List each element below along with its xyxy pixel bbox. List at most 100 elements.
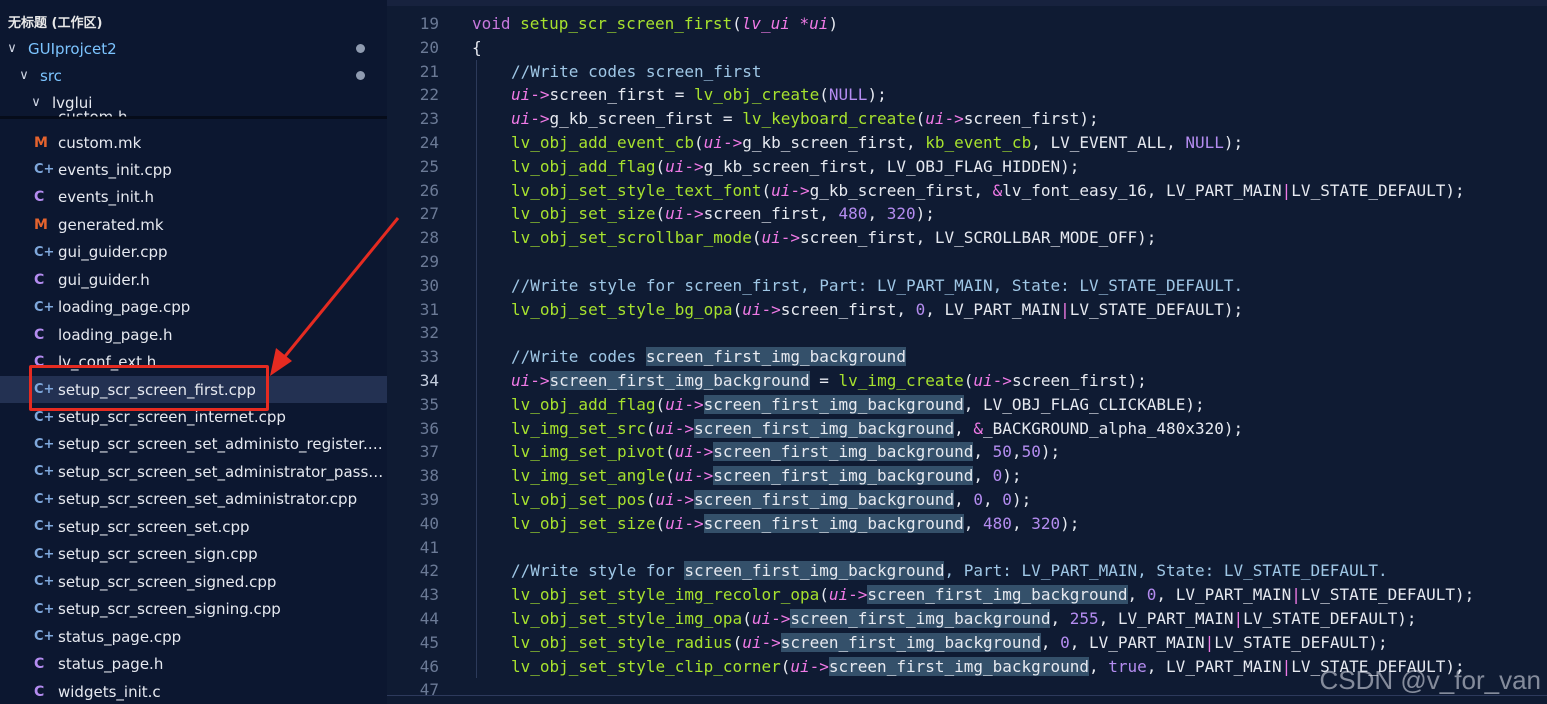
- code-token: (: [761, 180, 772, 200]
- code-line[interactable]: 23 ui->g_kb_screen_first = lv_keyboard_cr…: [387, 107, 1547, 131]
- file-row-status-page-h[interactable]: Cstatus_page.h: [0, 651, 387, 678]
- folder-guiprojcet2[interactable]: ∨ GUIprojcet2: [0, 35, 387, 62]
- code-token: (: [963, 371, 974, 390]
- code-token: lv_ui: [741, 14, 800, 33]
- code-line[interactable]: 29: [387, 250, 1547, 274]
- file-row-setup-scr-screen-set-administrator-cpp[interactable]: C+ setup_scr_screen_set_administrator.cpp: [0, 486, 387, 513]
- file-row-setup-scr-screen-signing-cpp[interactable]: C+ setup_scr_screen_signing.cpp: [0, 596, 387, 623]
- line-number: 21: [419, 61, 439, 81]
- line-number: 44: [419, 609, 439, 628]
- code-line[interactable]: 26 lv_obj_set_style_text_font(ui->g_kb_sc…: [387, 178, 1547, 203]
- code-token: screen_first_img_background: [694, 418, 955, 438]
- code-token: screen_first,: [703, 204, 839, 224]
- code-token: ,: [1127, 585, 1147, 605]
- code-line[interactable]: 21 //Write codes screen_first: [387, 59, 1547, 84]
- indent-guide: [476, 416, 477, 441]
- file-row-events-init-h[interactable]: Cevents_init.h: [0, 184, 387, 211]
- file-name: status_page.h: [58, 655, 164, 674]
- file-name: setup_scr_screen_set_administrator_passw…: [58, 462, 387, 481]
- folder-label: src: [40, 66, 62, 85]
- file-row-setup-scr-screen-signed-cpp[interactable]: C+ setup_scr_screen_signed.cpp: [0, 568, 387, 595]
- code-token: ,: [1069, 632, 1089, 652]
- code-token: |: [1204, 632, 1215, 652]
- file-row-widgets-init-c[interactable]: Cwidgets_init.c: [0, 678, 387, 704]
- code-token: ->: [684, 394, 704, 414]
- code-text: lv_obj_set_style_img_recolor_opa(ui->scr…: [511, 583, 1474, 607]
- code-token: screen_first, LV_SCROLLBAR_MODE_OFF: [800, 228, 1138, 248]
- file-name: gui_guider.cpp: [58, 243, 168, 262]
- code-token: ,: [1098, 609, 1118, 628]
- indent-guide: [476, 607, 477, 631]
- workspace-title[interactable]: 无标题 (工作区): [8, 8, 387, 35]
- line-number: 35: [419, 394, 439, 414]
- c-header-icon: C: [34, 189, 45, 206]
- file-row-generated-mk[interactable]: Mgenerated.mk: [0, 211, 387, 238]
- code-line[interactable]: 25 lv_obj_add_flag(ui->g_kb_screen_first,…: [387, 154, 1547, 179]
- code-line[interactable]: 27 lv_obj_set_size(ui->screen_first, 480,…: [387, 202, 1547, 227]
- file-name: events_init.cpp: [58, 160, 172, 179]
- code-token: lv_font_easy_16, LV_PART_MAIN: [1002, 180, 1282, 200]
- code-token: (: [732, 632, 743, 652]
- file-row-custom-mk[interactable]: Mcustom.mk: [0, 129, 387, 156]
- code-token: 0: [1146, 585, 1157, 605]
- code-token: (: [665, 442, 675, 462]
- indent-guide: [476, 583, 477, 607]
- code-line[interactable]: 30 //Write style for screen_first, Part: …: [387, 273, 1547, 298]
- code-token: lv_obj_set_size: [511, 204, 656, 224]
- code-token: screen_first,: [780, 299, 916, 319]
- code-line[interactable]: 31 lv_obj_set_style_bg_opa(ui->screen_fir…: [387, 297, 1547, 322]
- code-token: ,: [954, 490, 974, 509]
- file-name: setup_scr_screen_set.cpp: [58, 517, 250, 536]
- code-token: ->: [790, 180, 810, 200]
- code-line[interactable]: 45 lv_obj_set_style_radius(ui->screen_fir…: [387, 630, 1547, 655]
- code-line[interactable]: 28 lv_obj_set_scrollbar_mode(ui->screen_f…: [387, 226, 1547, 250]
- code-token: ui: [665, 394, 685, 414]
- code-token: ,: [973, 442, 993, 462]
- code-line[interactable]: 35 lv_obj_add_flag(ui->screen_first_img_b…: [387, 392, 1547, 417]
- file-row-setup-scr-screen-set-administrator-passwor-[interactable]: C+ setup_scr_screen_set_administrator_pas…: [0, 458, 387, 485]
- code-line[interactable]: 42 //Write style for screen_first_img_bac…: [387, 559, 1547, 584]
- code-token: (: [655, 513, 666, 533]
- code-line[interactable]: 40 lv_obj_set_size(ui->screen_first_img_b…: [387, 511, 1547, 536]
- code-token: |: [1060, 299, 1070, 319]
- file-row-setup-scr-screen-sign-cpp[interactable]: C+ setup_scr_screen_sign.cpp: [0, 541, 387, 568]
- code-token: );: [1185, 394, 1205, 414]
- file-row-partial[interactable]: custom.h: [0, 103, 387, 117]
- code-line[interactable]: 33 //Write codes screen_first_img_backgro…: [387, 345, 1547, 369]
- code-token: LV_PART_MAIN: [1175, 585, 1292, 605]
- code-line[interactable]: 44 lv_obj_set_style_img_opa(ui->screen_fi…: [387, 607, 1547, 631]
- file-row-events-init-cpp[interactable]: C+ events_init.cpp: [0, 156, 387, 183]
- code-line[interactable]: 19 void setup_scr_screen_first(lv_ui *ui): [387, 12, 1547, 36]
- code-line[interactable]: 22 ui->screen_first = lv_obj_create(NULL)…: [387, 83, 1547, 108]
- code-line[interactable]: 39 lv_obj_set_pos(ui->screen_first_img_ba…: [387, 488, 1547, 512]
- file-row-loading-page-cpp[interactable]: C+ loading_page.cpp: [0, 294, 387, 321]
- code-line[interactable]: 24 lv_obj_add_event_cb(ui->g_kb_screen_fi…: [387, 131, 1547, 155]
- file-name: generated.mk: [58, 215, 164, 234]
- code-token: );: [1137, 228, 1157, 248]
- code-line[interactable]: 37 lv_img_set_pivot(ui->screen_first_img_…: [387, 440, 1547, 465]
- file-row-loading-page-h[interactable]: Cloading_page.h: [0, 321, 387, 348]
- code-token: 0: [915, 299, 926, 319]
- code-line[interactable]: 20 {: [387, 36, 1547, 60]
- code-text: //Write codes screen_first: [511, 60, 761, 84]
- code-token: ,: [1011, 513, 1032, 533]
- code-line[interactable]: 41: [387, 535, 1547, 560]
- file-name: status_page.cpp: [58, 627, 182, 646]
- file-row-gui-guider-cpp[interactable]: C+ gui_guider.cpp: [0, 239, 387, 266]
- cpp-file-icon: C+: [34, 464, 55, 480]
- code-line[interactable]: 32: [387, 321, 1547, 346]
- file-row-status-page-cpp[interactable]: C+ status_page.cpp: [0, 623, 387, 650]
- file-row-setup-scr-screen-set-administo-register-cpp[interactable]: C+ setup_scr_screen_set_administo_registe…: [0, 431, 387, 458]
- file-name: setup_scr_screen_set_administrator.cpp: [58, 490, 358, 509]
- file-row-setup-scr-screen-set-cpp[interactable]: C+ setup_scr_screen_set.cpp: [0, 513, 387, 540]
- folder-src[interactable]: ∨ src: [0, 62, 387, 89]
- code-line[interactable]: 34 ui->screen_first_img_background = lv_i…: [387, 369, 1547, 393]
- file-row-gui-guider-h[interactable]: Cgui_guider.h: [0, 266, 387, 293]
- code-editor[interactable]: 19 void setup_scr_screen_first(lv_ui *ui)…: [387, 0, 1547, 704]
- code-token: ui: [742, 632, 762, 652]
- code-line[interactable]: 43 lv_obj_set_style_img_recolor_opa(ui->s…: [387, 583, 1547, 607]
- code-line[interactable]: 38 lv_img_set_angle(ui->screen_first_img_…: [387, 464, 1547, 488]
- code-token: =: [809, 371, 839, 390]
- code-line[interactable]: 36 lv_img_set_src(ui->screen_first_img_ba…: [387, 416, 1547, 441]
- code-token: lv_img_set_pivot: [511, 442, 666, 462]
